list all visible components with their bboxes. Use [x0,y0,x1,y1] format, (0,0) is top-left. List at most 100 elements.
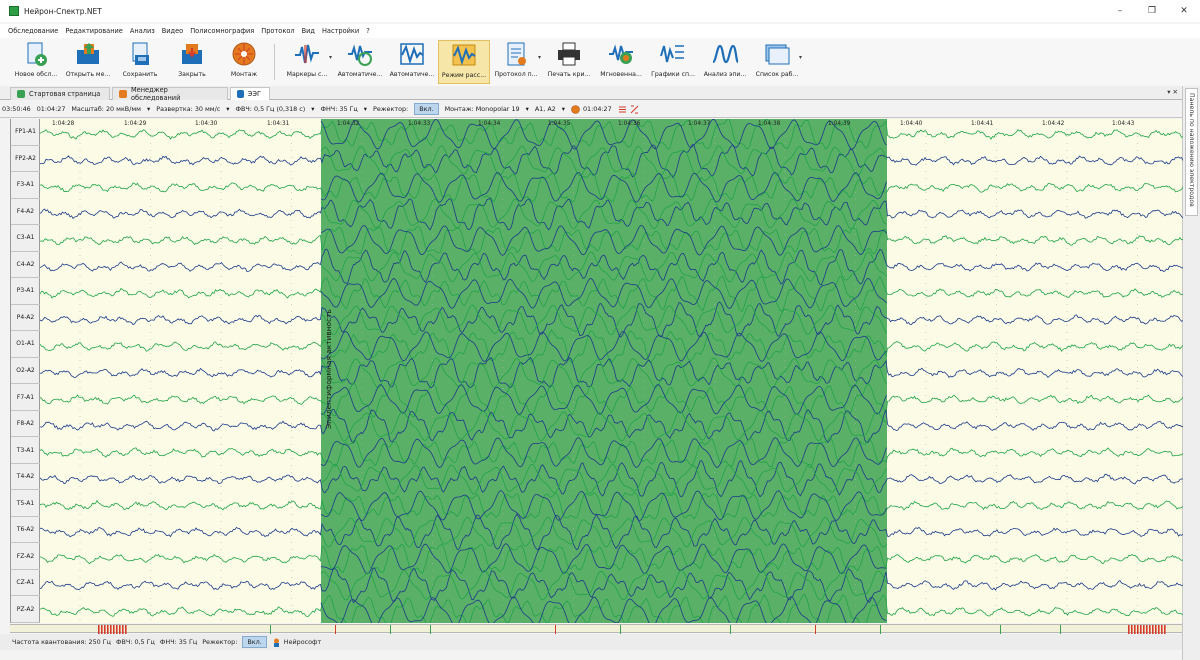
tab-exam-manager[interactable]: Менеджер обследований [112,86,228,102]
channel-label[interactable]: T4-A2 [11,464,40,491]
epi-analysis-button[interactable]: Анализ эпи... [699,40,751,84]
channel-label-column: FP1-A1 FP2-A2 F3-A1 F4-A2 C3-A1 C4-A2 P3-A1 P4-… [11,119,40,623]
menu-polysomnography[interactable]: Полисомнография [190,27,254,35]
notch-toggle[interactable]: Вкл. [414,103,439,115]
sweep-dropdown-icon[interactable]: ▾ [226,105,229,113]
channel-label[interactable]: CZ-A1 [11,570,40,597]
channel-label[interactable]: F7-A1 [11,384,40,411]
reference-select[interactable]: A1, A2 [535,105,556,113]
brain-icon[interactable] [571,104,580,114]
work-list-button[interactable]: Список раб... [751,40,803,84]
time-tick-label: 1:04:31 [267,121,290,127]
tab-pin-close-icon[interactable]: ▾ ✕ [1167,88,1178,96]
event-timeline-strip[interactable] [10,624,1182,634]
hpf-dropdown-icon[interactable]: ▾ [311,105,314,113]
montage-dropdown-icon[interactable]: ▾ [526,105,529,113]
maximize-button[interactable]: ❐ [1136,0,1168,22]
current-time-field[interactable]: 01:04:27 [37,105,66,113]
time-tick-label: 1:04:33 [408,121,431,127]
channel-label[interactable]: F8-A2 [11,411,40,438]
event-mark [107,625,109,634]
sweep-select[interactable]: Развертка: 30 мм/с [156,105,220,113]
spectrum-graph-button[interactable]: Графики сп... [647,40,699,84]
menu-settings[interactable]: Настройки [322,27,359,35]
close-exam-label: Закрыть [178,71,206,78]
montage-select[interactable]: Монтаж: Monopolar 19 [445,105,520,113]
event-mark [430,625,431,634]
event-settings-icon[interactable] [630,105,639,114]
tab-start-page-label: Стартовая страница [29,90,101,98]
montage-icon [232,42,256,66]
markers-dropdown-icon[interactable]: ▾ [329,54,332,61]
channel-label[interactable]: F4-A2 [11,199,40,226]
channel-label[interactable]: PZ-A2 [11,596,40,623]
menu-video[interactable]: Видео [162,27,183,35]
menu-view[interactable]: Вид [302,27,315,35]
menu-exam[interactable]: Обследование [8,27,58,35]
minimize-button[interactable]: – [1104,0,1136,22]
auto-analysis-button[interactable]: Автоматиче... [334,40,386,84]
new-exam-button[interactable]: Новое обсл... [10,40,62,84]
toolbar-more-icon[interactable]: ▾ [799,54,802,61]
event-mark [125,625,127,634]
menu-analysis[interactable]: Анализ [130,27,155,35]
electrode-panel-tab[interactable]: Панель по наложению электродов [1185,88,1198,216]
save-button[interactable]: Сохранить [114,40,166,84]
epi-analysis-label: Анализ эпи... [703,71,747,78]
close-exam-button[interactable]: Закрыть [166,40,218,84]
channel-label[interactable]: F3-A1 [11,172,40,199]
hpf-select[interactable]: ФВЧ: 0,5 Гц (0,318 с) [236,105,306,113]
time-tick-label: 1:04:34 [478,121,501,127]
auto-detect-button[interactable]: Автоматиче... [386,40,438,84]
auto-analysis-icon [348,44,373,66]
eeg-view[interactable]: FP1-A1 FP2-A2 F3-A1 F4-A2 C3-A1 C4-A2 P3-A1 P4-… [10,119,1183,623]
menu-edit[interactable]: Редактирование [65,27,123,35]
event-mark [119,625,121,634]
channel-label[interactable]: C4-A2 [11,252,40,279]
montage-button[interactable]: Монтаж [218,40,270,84]
channel-label[interactable]: P3-A1 [11,278,40,305]
document-tabs: Стартовая страница Менеджер обследований… [0,86,1182,102]
menu-protocol[interactable]: Протокол [261,27,294,35]
tab-start-page[interactable]: Стартовая страница [10,87,110,100]
scale-dropdown-icon[interactable]: ▾ [147,105,150,113]
time-tick-label: 1:04:42 [1042,121,1065,127]
channel-label[interactable]: P4-A2 [11,305,40,332]
event-list-icon[interactable] [618,105,627,114]
protocol-dropdown-icon[interactable]: ▾ [538,54,541,61]
lpf-dropdown-icon[interactable]: ▾ [364,105,367,113]
channel-label[interactable]: T6-A2 [11,517,40,544]
reference-dropdown-icon[interactable]: ▾ [562,105,565,113]
open-button[interactable]: Открыть ме... [62,40,114,84]
view-mode-button[interactable]: Режим расс... [438,40,491,84]
channel-label[interactable]: O1-A1 [11,331,40,358]
time-tick-label: 1:04:37 [688,121,711,127]
channel-label[interactable]: FP1-A1 [11,119,40,146]
instant-map-button[interactable]: Мгновенна... [595,40,647,84]
protocol-icon [507,42,527,66]
channel-label[interactable]: FZ-A2 [11,543,40,570]
markers-button[interactable]: Маркеры с... [281,40,333,84]
lpf-select[interactable]: ФНЧ: 35 Гц [321,105,358,113]
channel-label[interactable]: T5-A1 [11,490,40,517]
eeg-plot[interactable]: Эпилептиформная активность 1:04:28 1:04:2… [40,119,1183,623]
tab-eeg[interactable]: ЭЭГ [230,87,270,100]
protocol-button[interactable]: Протокол п... [490,40,542,84]
scale-select[interactable]: Масштаб: 20 мкВ/мм [71,105,141,113]
app-logo-icon [9,6,19,16]
eeg-trace-overlay [320,516,887,548]
eeg-trace-c3-a1 [40,225,1183,255]
print-button[interactable]: Печать кри... [543,40,595,84]
channel-label[interactable]: FP2-A2 [11,146,40,173]
close-button[interactable]: ✕ [1168,0,1200,22]
channel-label[interactable]: C3-A1 [11,225,40,252]
menu-help[interactable]: ? [366,27,370,35]
event-mark [1140,625,1142,634]
marker-time: 01:04:27 [582,105,612,113]
event-mark [555,625,556,634]
channel-label[interactable]: T3-A1 [11,437,40,464]
channel-label[interactable]: O2-A2 [11,358,40,385]
toolbar: Новое обсл... Открыть ме... Сохранить За… [0,38,1200,86]
toolbar-separator [274,44,275,80]
markers-icon [295,44,319,64]
